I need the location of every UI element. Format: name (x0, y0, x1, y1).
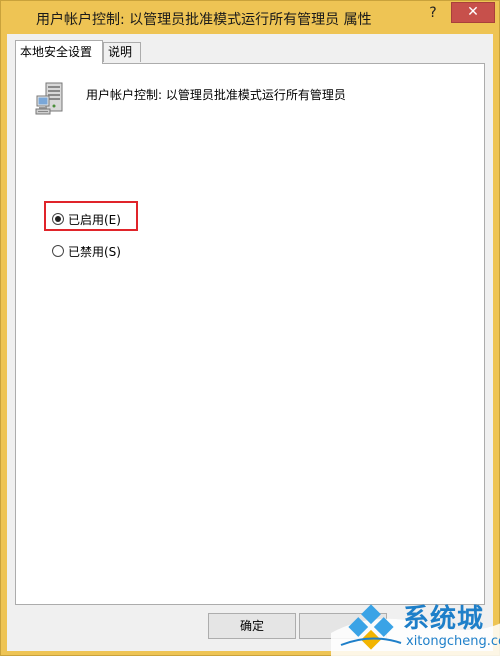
disabled-label[interactable]: 已禁用(S) (68, 243, 121, 260)
help-button[interactable]: ? (419, 3, 447, 25)
disabled-radio[interactable] (52, 245, 64, 257)
tab-explain[interactable]: 说明 (103, 42, 141, 62)
watermark-url: xitongcheng.com (406, 634, 500, 649)
title-bar[interactable]: 用户帐户控制: 以管理员批准模式运行所有管理员 属性 ? ✕ (1, 1, 499, 35)
highlight-annotation (44, 201, 138, 231)
watermark: 系统城 xitongcheng.com (331, 593, 500, 657)
tab-local-security-setting[interactable]: 本地安全设置 (15, 40, 103, 64)
watermark-brand: 系统城 (403, 604, 485, 634)
tab-panel: 用户帐户控制: 以管理员批准模式运行所有管理员 已启用(E) 已禁用(S) (15, 63, 485, 605)
disabled-option[interactable]: 已禁用(S) (52, 242, 121, 260)
dialog-client-area: 本地安全设置 说明 用户帐户控制: 以管理员批准模式运行所有管理员 已启用(E)… (7, 34, 493, 651)
close-button[interactable]: ✕ (451, 2, 495, 23)
ok-button[interactable]: 确定 (208, 613, 296, 639)
server-computer-icon (35, 82, 63, 115)
close-icon: ✕ (467, 4, 479, 20)
window-title: 用户帐户控制: 以管理员批准模式运行所有管理员 属性 (36, 12, 372, 28)
policy-title: 用户帐户控制: 以管理员批准模式运行所有管理员 (86, 88, 346, 102)
properties-dialog: 用户帐户控制: 以管理员批准模式运行所有管理员 属性 ? ✕ 本地安全设置 说明 (0, 0, 500, 657)
